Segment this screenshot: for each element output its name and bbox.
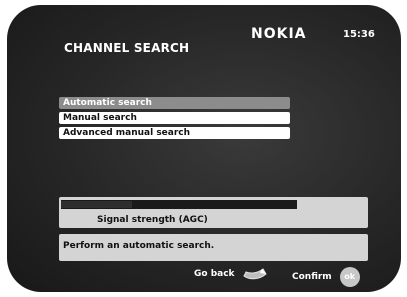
signal-strength-bar	[61, 201, 132, 208]
go-back-button[interactable]: Go back	[194, 267, 267, 281]
page-title: CHANNEL SEARCH	[64, 41, 190, 55]
go-back-label: Go back	[194, 269, 235, 279]
confirm-button[interactable]: Confirm ok	[292, 267, 360, 287]
brand-logo: NOKIA	[251, 26, 307, 42]
back-arrow-icon	[242, 267, 267, 281]
info-panel: Perform an automatic search.	[59, 234, 368, 261]
signal-strength-panel: Signal strength (AGC)	[59, 197, 368, 228]
search-menu: Automatic search Manual search Advanced …	[59, 97, 290, 142]
menu-item-automatic-search[interactable]: Automatic search	[59, 97, 290, 109]
ok-icon: ok	[339, 267, 360, 287]
tv-screen: CHANNEL SEARCH NOKIA 15:36 Automatic sea…	[7, 5, 401, 292]
info-text: Perform an automatic search.	[63, 241, 215, 251]
menu-item-advanced-manual-search[interactable]: Advanced manual search	[59, 127, 290, 139]
clock-time: 15:36	[343, 29, 375, 40]
confirm-label: Confirm	[292, 272, 332, 282]
menu-item-manual-search[interactable]: Manual search	[59, 112, 290, 124]
signal-strength-label: Signal strength (AGC)	[97, 215, 208, 225]
